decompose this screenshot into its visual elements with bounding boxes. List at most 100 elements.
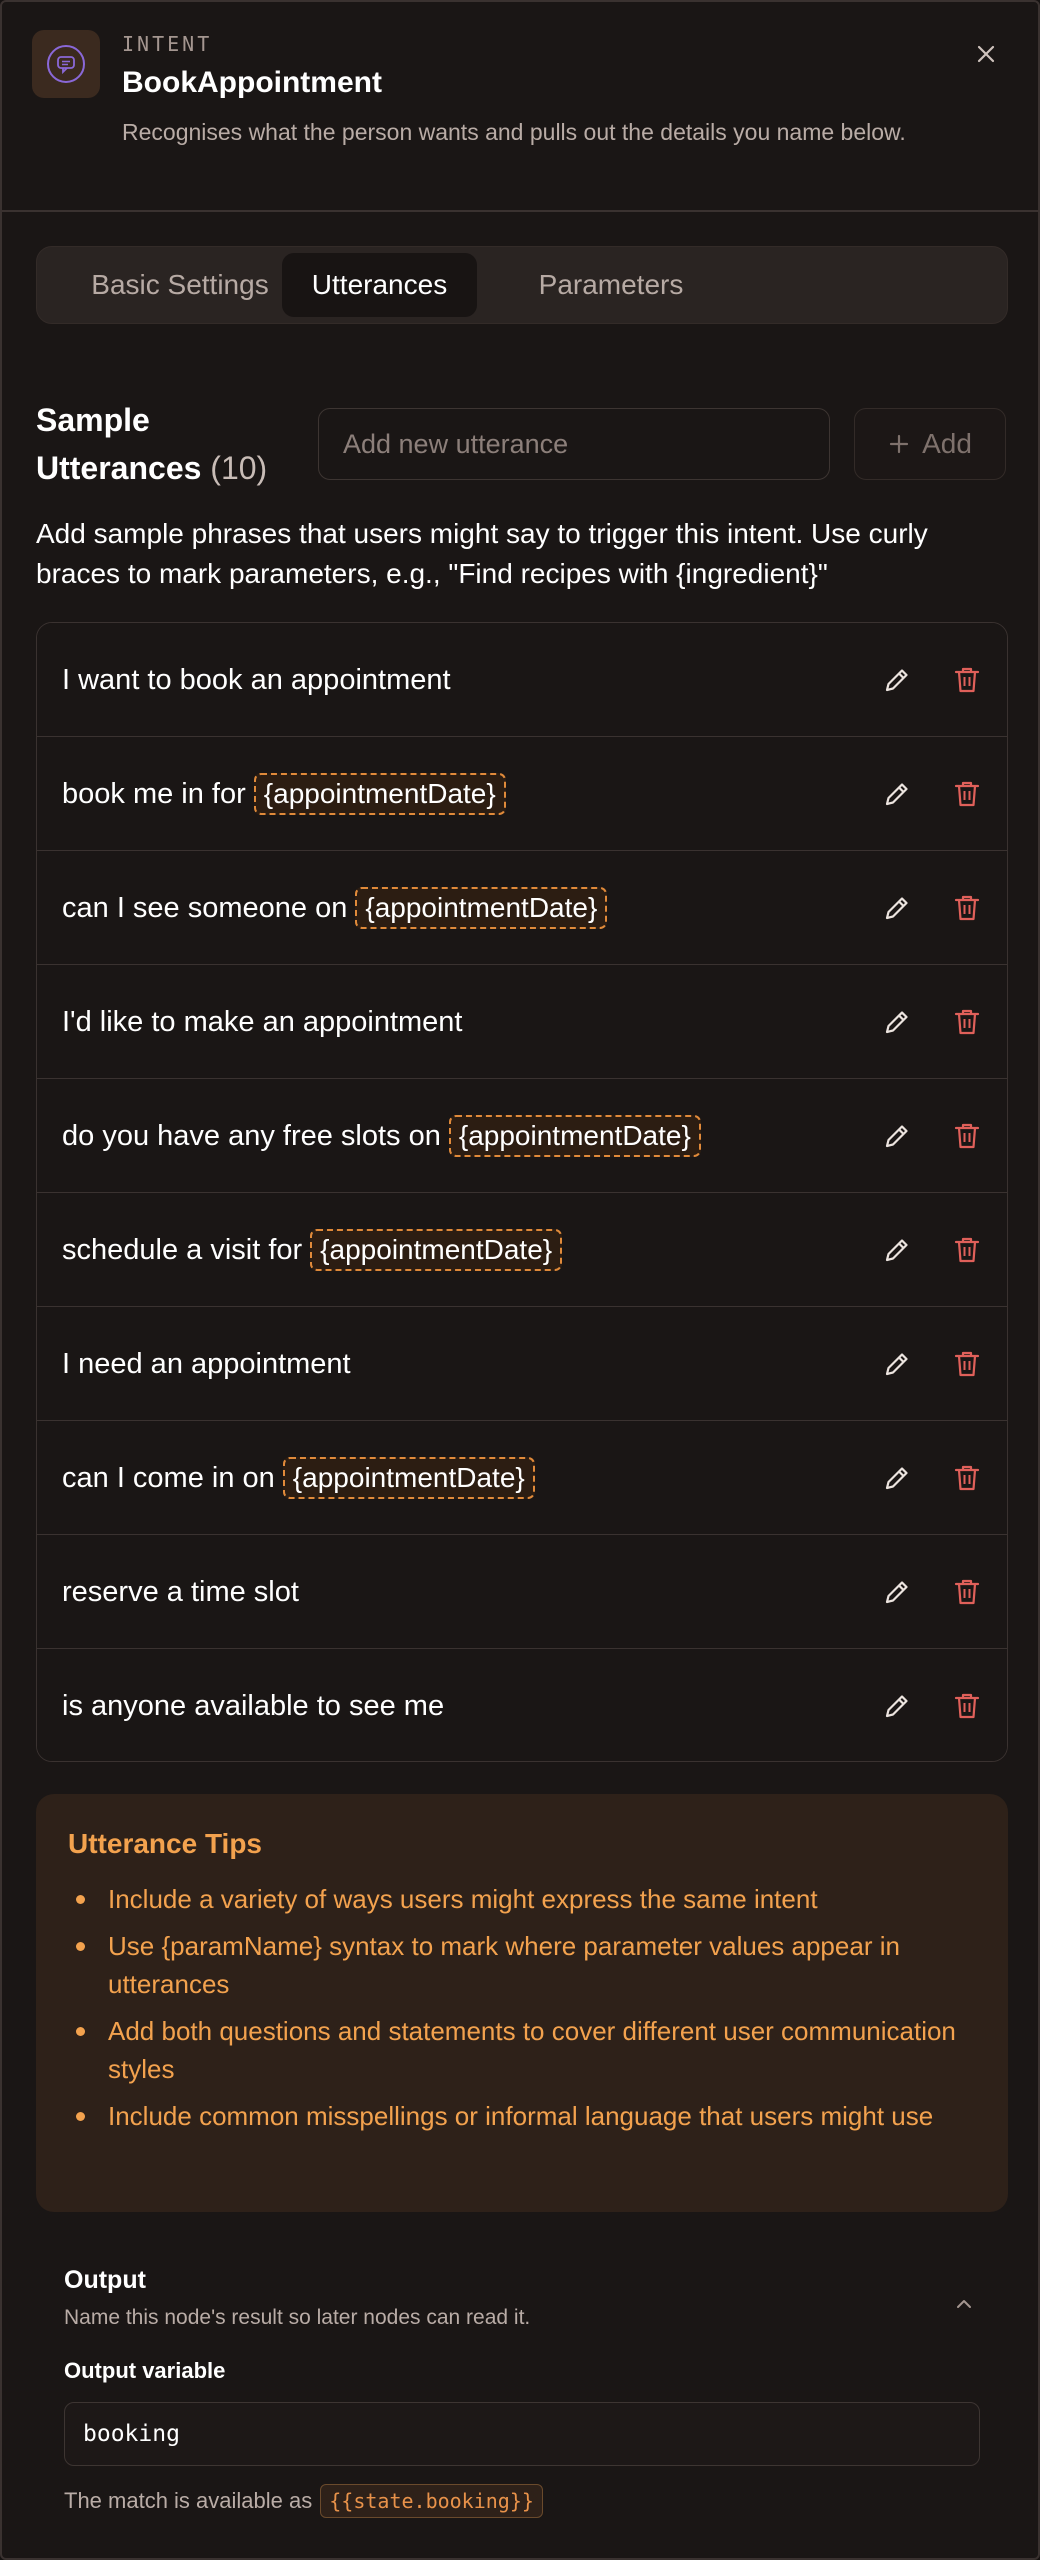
delete-utterance-button[interactable] [947, 1686, 987, 1726]
utterance-row: I'd like to make an appointment [37, 965, 1007, 1079]
trash-icon [954, 667, 980, 693]
add-utterance-button[interactable]: Add [854, 408, 1006, 480]
pencil-icon [885, 1011, 908, 1034]
utterance-row: I want to book an appointment [37, 623, 1007, 737]
message-icon [47, 45, 85, 83]
output-variable-input[interactable] [64, 2402, 980, 2466]
delete-utterance-button[interactable] [947, 1344, 987, 1384]
edit-utterance-button[interactable] [877, 660, 917, 700]
utterance-row: do you have any free slots on {appointmen… [37, 1079, 1007, 1193]
trash-icon [954, 1351, 980, 1377]
edit-utterance-button[interactable] [877, 1572, 917, 1612]
delete-utterance-button[interactable] [947, 660, 987, 700]
edit-utterance-button[interactable] [877, 774, 917, 814]
utterance-tips: Utterance Tips Include a variety of ways… [36, 1794, 1008, 2212]
trash-icon [954, 1579, 980, 1605]
utterance-text: is anyone available to see me [62, 1689, 445, 1722]
pencil-icon [885, 783, 908, 806]
parameter-chip: {appointmentDate} [355, 887, 608, 929]
trash-icon [954, 1237, 980, 1263]
utterance-text: can I see someone on [62, 891, 348, 924]
utterance-content: book me in for {appointmentDate} [62, 737, 506, 851]
utterance-text: book me in for [62, 777, 246, 810]
tip-item: Include common misspellings or informal … [76, 2097, 968, 2135]
parameter-chip: {appointmentDate} [282, 1457, 535, 1499]
trash-icon [954, 1009, 980, 1035]
output-section: Output Name this node's result so later … [2, 2242, 1038, 2558]
pencil-icon [885, 1581, 908, 1604]
edit-utterance-button[interactable] [877, 1344, 917, 1384]
utterance-content: is anyone available to see me [62, 1649, 445, 1761]
trash-icon [954, 1123, 980, 1149]
utterance-text: I want to book an appointment [62, 663, 451, 696]
pencil-icon [885, 669, 908, 692]
new-utterance-input[interactable] [318, 408, 830, 480]
utterance-content: I want to book an appointment [62, 623, 451, 737]
utterance-row: can I come in on {appointmentDate} [37, 1421, 1007, 1535]
intent-description: Recognises what the person wants and pul… [122, 119, 906, 145]
parameter-chip: {appointmentDate} [253, 773, 506, 815]
output-title: Output [64, 2266, 146, 2294]
utterance-row: is anyone available to see me [37, 1649, 1007, 1761]
delete-utterance-button[interactable] [947, 774, 987, 814]
intent-badge [32, 30, 100, 98]
utterance-row: I need an appointment [37, 1307, 1007, 1421]
delete-utterance-button[interactable] [947, 1458, 987, 1498]
delete-utterance-button[interactable] [947, 1230, 987, 1270]
chevron-up-icon [957, 2300, 971, 2308]
edit-utterance-button[interactable] [877, 1230, 917, 1270]
output-note-text: The match is available as [64, 2488, 313, 2513]
utterances-count: (10) [210, 450, 268, 486]
output-note: The match is available as {{state.bookin… [64, 2484, 543, 2518]
utterance-text: schedule a visit for [62, 1233, 303, 1266]
utterance-list: I want to book an appointment book me in … [36, 622, 1008, 1762]
trash-icon [954, 1693, 980, 1719]
pencil-icon [885, 897, 908, 920]
utterance-content: can I come in on {appointmentDate} [62, 1421, 535, 1535]
parameter-chip: {appointmentDate} [310, 1229, 563, 1271]
utterance-content: I'd like to make an appointment [62, 965, 463, 1079]
tab-parameters[interactable]: Parameters [495, 253, 727, 317]
tip-item: Use {paramName} syntax to mark where par… [76, 1927, 968, 2003]
add-button-label: Add [922, 428, 972, 459]
close-button[interactable] [968, 36, 1004, 72]
tip-item: Add both questions and statements to cov… [76, 2012, 968, 2088]
trash-icon [954, 1465, 980, 1491]
tip-item: Include a variety of ways users might ex… [76, 1880, 968, 1918]
utterance-row: schedule a visit for {appointmentDate} [37, 1193, 1007, 1307]
parameter-chip: {appointmentDate} [448, 1115, 701, 1157]
edit-utterance-button[interactable] [877, 888, 917, 928]
edit-utterance-button[interactable] [877, 1116, 917, 1156]
collapse-output-button[interactable] [946, 2286, 982, 2322]
intent-editor-panel: INTENT BookAppointment Recognises what t… [0, 0, 1040, 2560]
edit-utterance-button[interactable] [877, 1002, 917, 1042]
pencil-icon [885, 1467, 908, 1490]
node-type-label: INTENT [122, 32, 213, 56]
utterance-text: do you have any free slots on [62, 1119, 441, 1152]
delete-utterance-button[interactable] [947, 888, 987, 928]
delete-utterance-button[interactable] [947, 1002, 987, 1042]
panel-header: INTENT BookAppointment Recognises what t… [2, 2, 1038, 212]
utterance-text: I need an appointment [62, 1347, 351, 1380]
tab-bar: Basic Settings Utterances Parameters [36, 246, 1008, 324]
utterance-content: schedule a visit for {appointmentDate} [62, 1193, 563, 1307]
tips-list: Include a variety of ways users might ex… [76, 1880, 968, 2144]
utterance-content: do you have any free slots on {appointmen… [62, 1079, 701, 1193]
output-description: Name this node's result so later nodes c… [64, 2306, 531, 2329]
utterance-content: reserve a time slot [62, 1535, 299, 1649]
utterance-text: I'd like to make an appointment [62, 1005, 463, 1038]
delete-utterance-button[interactable] [947, 1572, 987, 1612]
pencil-icon [885, 1353, 908, 1376]
edit-utterance-button[interactable] [877, 1458, 917, 1498]
delete-utterance-button[interactable] [947, 1116, 987, 1156]
utterances-heading: Sample Utterances (10) [36, 396, 296, 492]
utterance-row: book me in for {appointmentDate} [37, 737, 1007, 851]
utterance-text: reserve a time slot [62, 1575, 299, 1608]
utterance-row: reserve a time slot [37, 1535, 1007, 1649]
tab-basic-settings[interactable]: Basic Settings [59, 253, 301, 317]
state-reference-chip: {{state.booking}} [320, 2484, 543, 2518]
pencil-icon [885, 1695, 908, 1718]
tab-utterances[interactable]: Utterances [282, 253, 477, 317]
edit-utterance-button[interactable] [877, 1686, 917, 1726]
utterance-row: can I see someone on {appointmentDate} [37, 851, 1007, 965]
